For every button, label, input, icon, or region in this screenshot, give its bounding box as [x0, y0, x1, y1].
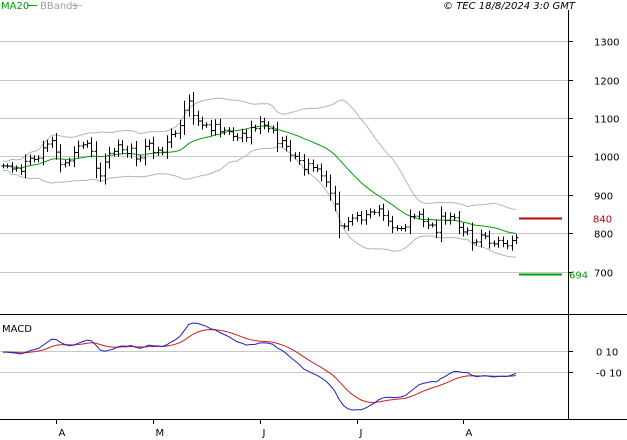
y-tick-label: 800	[594, 230, 613, 241]
x-tick-label: A	[59, 428, 66, 439]
x-tick-label: J	[262, 428, 266, 439]
legend-ma20-label: MA20	[1, 1, 29, 12]
y-tick-label: 900	[594, 192, 613, 203]
resistance-label: 840	[593, 215, 612, 226]
copyright-text: © TEC 18/8/2024 3:0 GMT	[443, 1, 576, 12]
y-tick-label: 1000	[594, 153, 619, 164]
stock-chart: 1300 1200 1100 1000 900 800 700 0 10 -0 10 A M J J…	[0, 1, 627, 439]
support-label: 694	[569, 271, 588, 282]
y-tick-label: 1300	[594, 38, 619, 49]
price-bars	[1, 92, 519, 251]
y-tick-label: 1200	[594, 77, 619, 88]
x-tick-label: M	[156, 428, 165, 439]
macd-title: MACD	[2, 324, 32, 335]
y-tick-label: 700	[594, 269, 613, 280]
macd-lines	[3, 322, 517, 411]
legend-bbands-label: BBands	[40, 1, 78, 12]
support-resistance	[519, 217, 562, 276]
macd-y-tick-labels: 0 10 -0 10	[568, 348, 622, 380]
ma20-line	[3, 125, 517, 234]
macd-line	[3, 322, 517, 411]
y-tick-label: 1100	[594, 115, 619, 126]
macd-grid-lines	[0, 351, 568, 373]
x-tick-label: J	[359, 428, 363, 439]
ma20-path	[3, 125, 517, 234]
x-tick-label: A	[466, 428, 473, 439]
macd-signal-line	[3, 329, 517, 404]
macd-y-tick-label: -0 10	[596, 369, 622, 380]
macd-y-tick-label: 0 10	[596, 348, 618, 359]
price-y-tick-labels: 1300 1200 1100 1000 900 800 700	[568, 38, 619, 280]
bbands-upper	[3, 97, 517, 211]
x-tick-labels: AMJJA	[56, 419, 473, 439]
